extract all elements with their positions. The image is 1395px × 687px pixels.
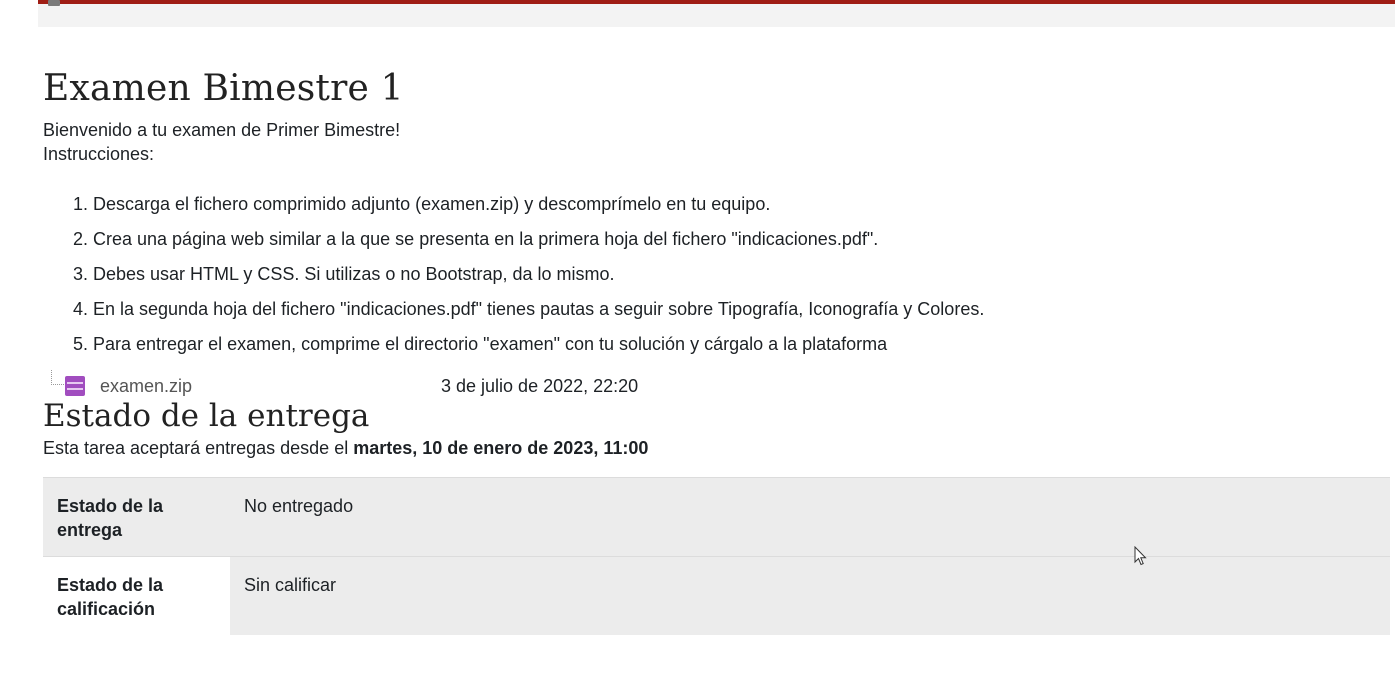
navbar-icon[interactable] <box>48 0 60 6</box>
attachment-row: examen.zip 3 de julio de 2022, 22:20 <box>43 370 1393 402</box>
page-title: Examen Bimestre 1 <box>43 68 404 109</box>
list-item: En la segunda hoja del fichero "indicaci… <box>93 292 1393 327</box>
list-item: Para entregar el examen, comprime el dir… <box>93 327 1393 362</box>
zip-file-icon <box>65 376 85 396</box>
accept-prefix: Esta tarea aceptará entregas desde el <box>43 438 354 458</box>
list-item: Descarga el fichero comprimido adjunto (… <box>93 187 1393 222</box>
accept-date: martes, 10 de enero de 2023, 11:00 <box>353 438 649 458</box>
instructions-label: Instrucciones: <box>43 144 155 164</box>
attachment-date: 3 de julio de 2022, 22:20 <box>441 376 639 396</box>
list-item: Debes usar HTML y CSS. Si utilizas o no … <box>93 257 1393 292</box>
table-row: Estado de la calificación Sin calificar <box>43 556 1390 635</box>
mouse-pointer-icon <box>1134 546 1147 566</box>
row-label: Estado de la calificación <box>43 556 230 635</box>
accept-text: Esta tarea aceptará entregas desde el ma… <box>43 436 1393 460</box>
welcome-text: Bienvenido a tu examen de Primer Bimestr… <box>43 120 401 140</box>
attachment-link[interactable]: examen.zip <box>100 374 192 398</box>
row-value: Sin calificar <box>230 556 1390 635</box>
tree-connector <box>51 370 64 385</box>
top-navbar <box>38 0 1395 27</box>
table-row: Estado de la entrega No entregado <box>43 477 1390 557</box>
main-content: Examen Bimestre 1 Bienvenido a tu examen… <box>43 60 1393 635</box>
submission-status-table: Estado de la entrega No entregado Estado… <box>43 477 1390 635</box>
instructions-list: Descarga el fichero comprimido adjunto (… <box>43 187 1393 362</box>
row-value: No entregado <box>230 477 1390 557</box>
list-item: Crea una página web similar a la que se … <box>93 222 1393 257</box>
submission-heading: Estado de la entrega <box>43 398 370 434</box>
row-label: Estado de la entrega <box>43 477 230 557</box>
